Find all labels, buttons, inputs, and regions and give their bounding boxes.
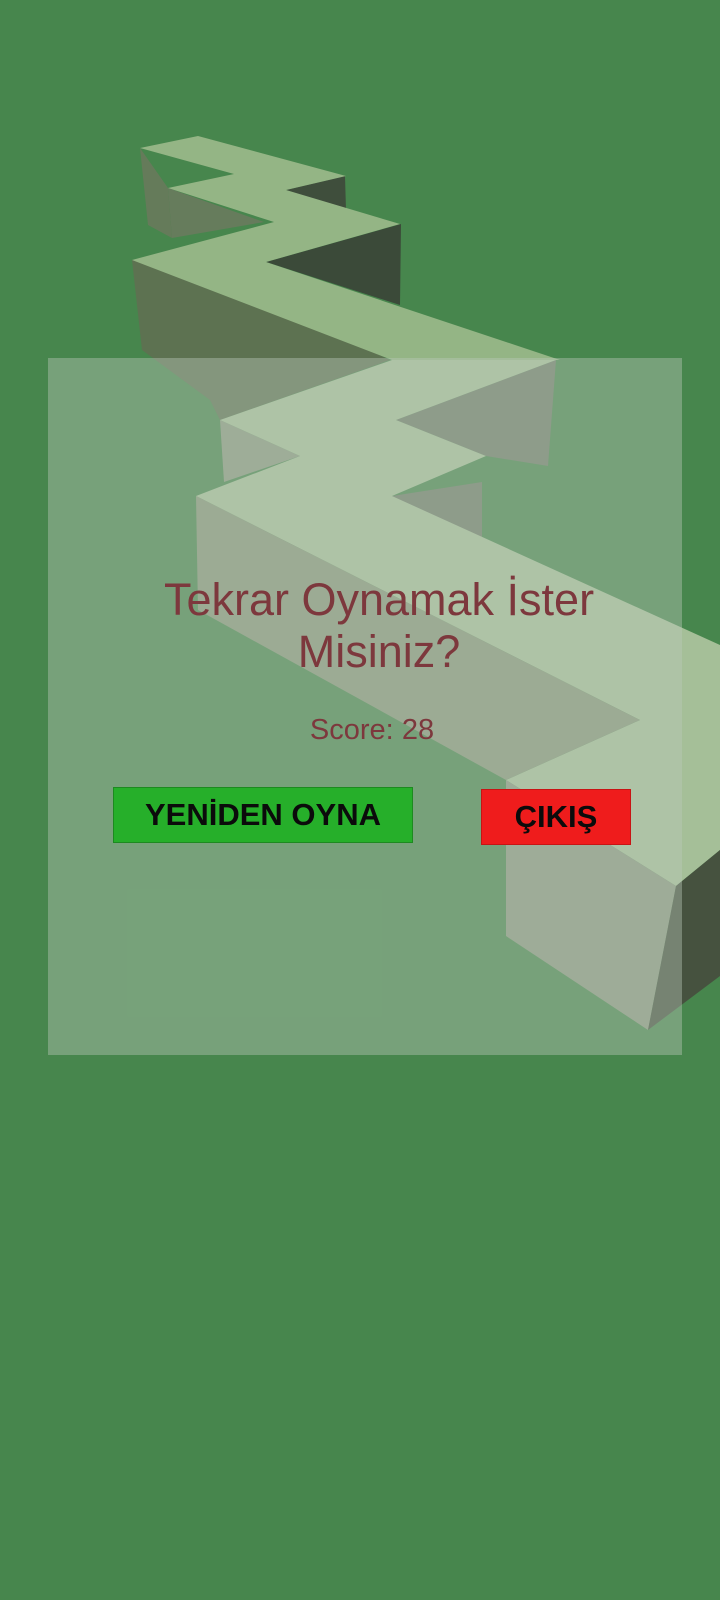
score-value: 28 xyxy=(401,714,435,746)
exit-button-label: ÇIKIŞ xyxy=(514,799,598,834)
replay-button[interactable]: YENİDEN OYNA xyxy=(113,787,413,843)
score-label: Score: xyxy=(309,714,394,746)
replay-button-label: YENİDEN OYNA xyxy=(145,797,381,832)
play-again-prompt: Tekrar Oynamak İster Misiniz? xyxy=(0,574,720,678)
path-side-face xyxy=(140,148,172,238)
prompt-line-1: Tekrar Oynamak İster xyxy=(163,574,595,625)
score-display: Score: 28 xyxy=(0,713,720,747)
exit-button[interactable]: ÇIKIŞ xyxy=(481,789,631,845)
prompt-line-2: Misiniz? xyxy=(297,626,461,677)
game-over-panel xyxy=(48,358,682,1055)
